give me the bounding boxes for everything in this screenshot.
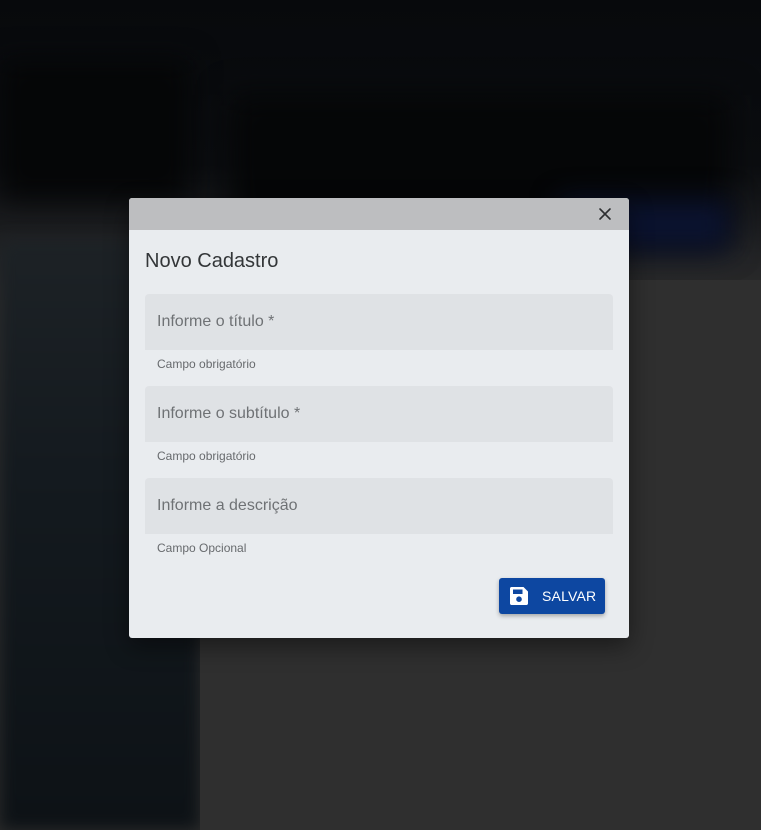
description-field-hint: Campo Opcional	[157, 541, 247, 555]
dialog-title: Novo Cadastro	[145, 250, 279, 272]
subtitle-field: Campo obrigatório	[145, 386, 613, 463]
title-field: Campo obrigatório	[145, 294, 613, 371]
subtitle-field-hint: Campo obrigatório	[157, 449, 256, 463]
new-record-dialog: Novo Cadastro Campo obrigatório Campo ob…	[129, 198, 629, 638]
title-field-hint: Campo obrigatório	[157, 357, 256, 371]
description-input[interactable]	[145, 478, 613, 534]
title-field-box[interactable]	[145, 294, 613, 350]
subtitle-field-box[interactable]	[145, 386, 613, 442]
description-field-box[interactable]	[145, 478, 613, 534]
save-button[interactable]: SALVAR	[499, 578, 605, 614]
close-button[interactable]	[597, 206, 613, 222]
description-field: Campo Opcional	[145, 478, 613, 555]
subtitle-input[interactable]	[145, 386, 613, 442]
title-input[interactable]	[145, 294, 613, 350]
background-logo-area	[0, 60, 190, 200]
save-button-label: SALVAR	[542, 588, 597, 604]
close-icon	[599, 208, 611, 220]
dialog-title-bar	[129, 198, 629, 230]
floppy-disk-icon	[508, 585, 530, 607]
